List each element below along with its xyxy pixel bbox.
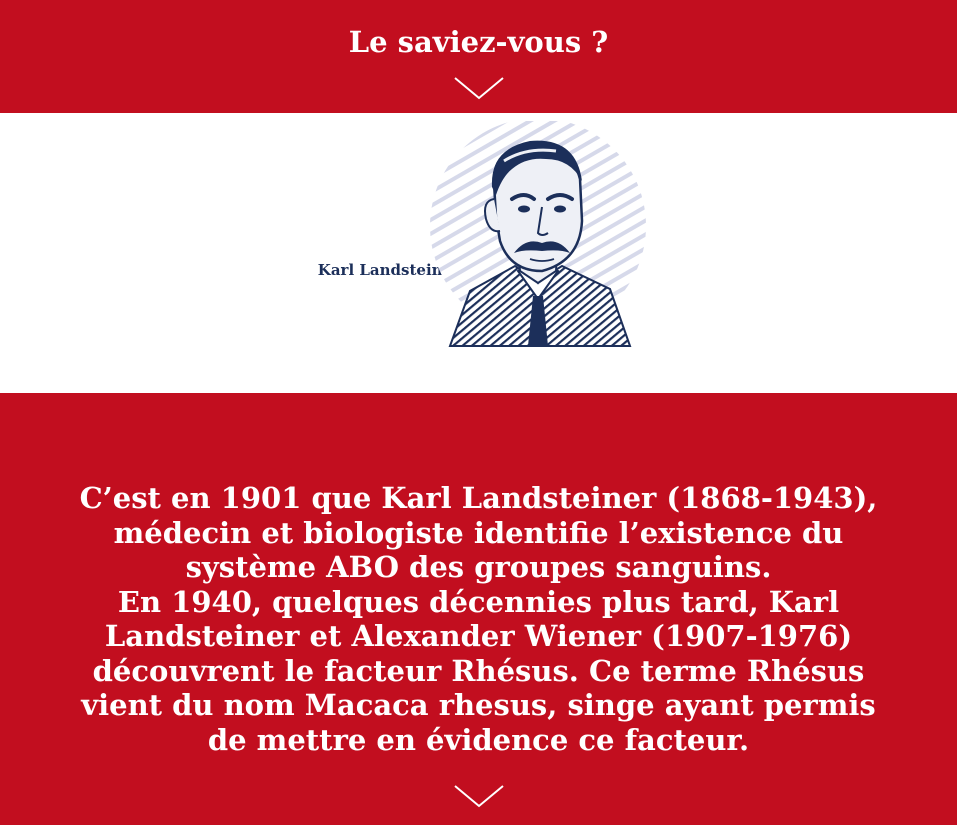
header-banner: Le saviez-vous ? [0, 0, 957, 113]
fact-paragraph-1: C’est en 1901 que Karl Landsteiner (1868… [79, 481, 878, 584]
fact-banner: C’est en 1901 que Karl Landsteiner (1868… [0, 393, 957, 825]
chevron-down-icon[interactable] [453, 76, 505, 100]
header-title: Le saviez-vous ? [348, 25, 609, 59]
portrait-illustration [430, 121, 646, 347]
fact-paragraph-2: En 1940, quelques décennies plus tard, K… [81, 584, 876, 757]
fact-text: C’est en 1901 que Karl Landsteiner (1868… [60, 481, 897, 757]
chevron-down-icon[interactable] [453, 784, 505, 808]
portrait-section: Karl Landsteiner [0, 113, 957, 393]
